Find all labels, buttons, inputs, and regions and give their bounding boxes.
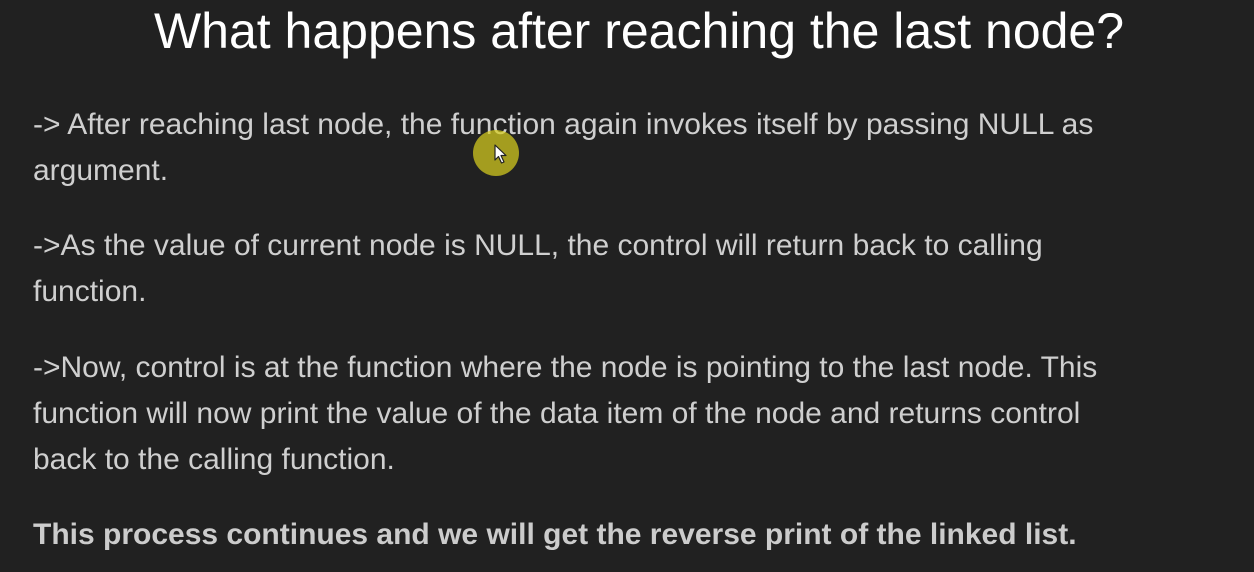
paragraph-line: ->As the value of current node is NULL, … <box>33 229 1043 262</box>
paragraph-line: ->Now, control is at the function where … <box>33 351 1098 384</box>
slide-title: What happens after reaching the last nod… <box>153 3 1125 59</box>
paragraph-line: function will now print the value of the… <box>33 397 1081 430</box>
mouse-pointer-icon <box>494 144 507 164</box>
paragraph-line: back to the calling function. <box>33 443 395 476</box>
paragraph-line: argument. <box>33 154 169 187</box>
paragraph-null-return: ->As the value of current node is NULL, … <box>33 223 1228 315</box>
conclusion-text: This process continues and we will get t… <box>33 518 1077 551</box>
paragraph-last-node-invoke: -> After reaching last node, the functio… <box>33 102 1228 194</box>
paragraph-line: -> After reaching last node, the functio… <box>33 108 1094 141</box>
slide: What happens after reaching the last nod… <box>0 0 1254 572</box>
paragraph-line: function. <box>33 275 147 308</box>
paragraph-print-and-return: ->Now, control is at the function where … <box>33 345 1228 483</box>
